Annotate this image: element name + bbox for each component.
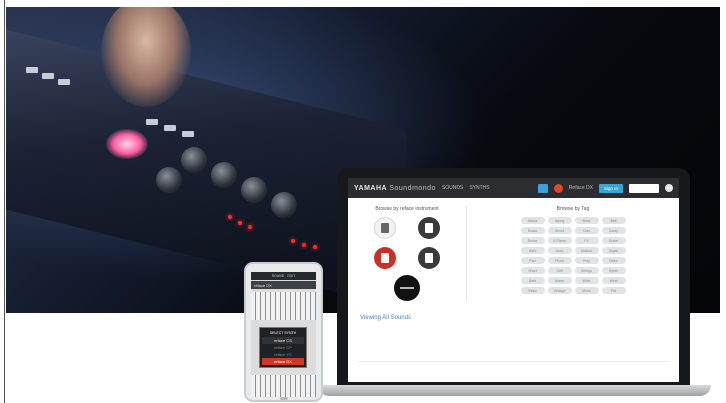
left-border xyxy=(4,0,5,403)
sign-in-button[interactable]: Sign In xyxy=(598,183,623,193)
tag-chip[interactable]: Brass xyxy=(520,227,545,234)
brand-logo[interactable]: YAMAHA Soundmondo xyxy=(354,185,436,192)
instrument-grid xyxy=(374,217,440,269)
led xyxy=(248,225,252,229)
phone-device-bar[interactable]: reface DX xyxy=(251,281,316,289)
nav-synths[interactable]: SYNTHS xyxy=(469,185,489,191)
browse-section: Browse by reface instrument Browse by Ta… xyxy=(348,198,679,301)
instrument-cp-icon[interactable] xyxy=(374,217,396,239)
tag-title: Browse by Tag xyxy=(556,206,590,212)
tag-chip[interactable]: Hard xyxy=(520,247,545,254)
tag-chip[interactable]: Organ xyxy=(601,247,626,254)
app-header: YAMAHA Soundmondo SOUNDS SYNTHS Reface D… xyxy=(348,178,679,198)
menu-item[interactable]: reface CP xyxy=(262,344,304,351)
led xyxy=(302,243,306,247)
knob xyxy=(156,167,182,193)
lit-knob xyxy=(106,129,148,159)
menu-item[interactable]: reface CS xyxy=(262,337,304,344)
browse-by-instrument: Browse by reface instrument xyxy=(348,206,466,301)
phone-keyboard-top xyxy=(251,292,316,320)
instrument-title: Browse by reface instrument xyxy=(375,206,439,212)
knob xyxy=(211,162,237,188)
tag-chip[interactable]: Vintage xyxy=(547,287,572,294)
tag-chip[interactable]: Reed xyxy=(601,257,626,264)
tag-chip[interactable]: Warm xyxy=(547,277,572,284)
phone-screen: SOUND EDIT reface DX SELECT SYNTH reface… xyxy=(251,272,316,397)
phone-keyboard-bottom xyxy=(251,375,316,397)
menu-title: SELECT SYNTH xyxy=(269,331,297,335)
tag-chip[interactable]: Pad xyxy=(520,257,545,264)
laptop-screen: YAMAHA Soundmondo SOUNDS SYNTHS Reface D… xyxy=(348,178,679,382)
knob xyxy=(271,192,297,218)
nav-sounds[interactable]: SOUNDS xyxy=(442,185,463,191)
menu-item-selected[interactable]: reface DX xyxy=(262,358,304,365)
phone-tab-sound[interactable]: SOUND xyxy=(272,274,285,278)
divider xyxy=(358,361,669,362)
record-icon[interactable] xyxy=(553,183,563,193)
tag-grid: Attack Arpeg Bass Bell Brass Chord Clav Comp Dro… xyxy=(520,217,626,294)
phone-device-label: reface DX xyxy=(254,282,272,288)
key xyxy=(146,119,158,125)
tag-chip[interactable]: Fat xyxy=(601,287,626,294)
phone-tab-edit[interactable]: EDIT xyxy=(287,274,295,278)
tag-chip[interactable]: Soft xyxy=(547,267,572,274)
instrument-all-icon[interactable] xyxy=(394,275,420,301)
header-button[interactable] xyxy=(537,183,548,193)
laptop-base xyxy=(318,385,711,396)
instrument-cs-icon[interactable] xyxy=(418,247,440,269)
key xyxy=(182,131,194,137)
tag-chip[interactable]: Retro xyxy=(520,287,545,294)
tag-chip[interactable]: FX xyxy=(574,237,599,244)
brand-bold: YAMAHA xyxy=(354,184,387,192)
tag-chip[interactable]: Attack xyxy=(520,217,545,224)
tag-chip[interactable]: Guitar xyxy=(601,237,626,244)
viewing-label: Viewing All Sounds xyxy=(360,315,411,321)
brand-thin: Soundmondo xyxy=(389,184,436,192)
key xyxy=(42,73,54,79)
settings-icon[interactable] xyxy=(665,184,673,192)
led xyxy=(313,245,317,249)
tag-chip[interactable]: Pluck xyxy=(547,257,572,264)
tag-chip[interactable]: Short xyxy=(520,267,545,274)
tag-chip[interactable]: Poly xyxy=(574,257,599,264)
key xyxy=(58,79,70,85)
tag-chip[interactable]: Clav xyxy=(574,227,599,234)
key xyxy=(26,67,38,73)
tag-chip[interactable]: E.Piano xyxy=(547,237,572,244)
phone: SOUND EDIT reface DX SELECT SYNTH reface… xyxy=(244,262,323,402)
led xyxy=(291,239,295,243)
tag-chip[interactable]: Wind xyxy=(601,277,626,284)
key xyxy=(164,125,176,131)
tag-chip[interactable]: Mellow xyxy=(574,247,599,254)
search-input[interactable] xyxy=(629,183,659,193)
tag-chip[interactable]: Synth xyxy=(601,267,626,274)
tag-chip[interactable]: Chord xyxy=(547,227,572,234)
tag-chip[interactable]: Wide xyxy=(574,277,599,284)
tag-chip[interactable]: Arpeg xyxy=(547,217,572,224)
tag-chip[interactable]: Bass xyxy=(574,217,599,224)
synth-select-menu: SELECT SYNTH reface CS reface CP reface … xyxy=(259,327,307,368)
tag-chip[interactable]: Strings xyxy=(574,267,599,274)
knob xyxy=(181,147,207,173)
phone-top-bar: SOUND EDIT xyxy=(251,272,316,280)
instrument-yc-icon[interactable] xyxy=(418,217,440,239)
tag-chip[interactable]: Comp xyxy=(601,227,626,234)
led xyxy=(238,221,242,225)
led xyxy=(228,215,232,219)
tag-chip[interactable]: Drone xyxy=(520,237,545,244)
knob xyxy=(241,177,267,203)
home-button[interactable] xyxy=(280,397,288,400)
instrument-dx-icon[interactable] xyxy=(374,247,396,269)
tag-chip[interactable]: Lead xyxy=(547,247,572,254)
menu-item[interactable]: reface YC xyxy=(262,351,304,358)
tag-chip[interactable]: Dark xyxy=(520,277,545,284)
tag-chip[interactable]: Mono xyxy=(574,287,599,294)
tag-chip[interactable]: Bell xyxy=(601,217,626,224)
device-label[interactable]: Reface DX xyxy=(569,185,593,191)
browse-by-tag: Browse by Tag Attack Arpeg Bass Bell Brass Ch… xyxy=(466,206,679,301)
